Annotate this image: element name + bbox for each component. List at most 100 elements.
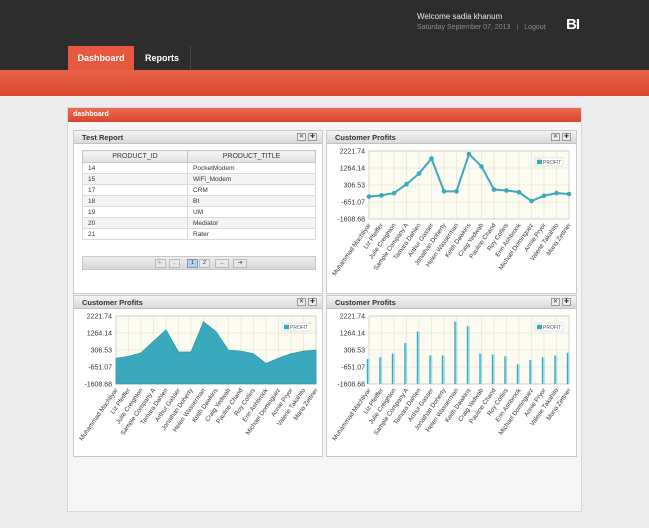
legend-label: PROFIT: [543, 325, 561, 331]
bar-profit-shade: [468, 326, 470, 384]
tab-reports[interactable]: Reports: [134, 46, 190, 70]
close-icon[interactable]: ✕: [551, 133, 560, 141]
expand-icon[interactable]: ✚: [562, 133, 571, 141]
column-header-product-title[interactable]: PRODUCT_TITLE: [187, 150, 316, 163]
first-page-button[interactable]: ⇤: [155, 259, 166, 268]
expand-icon[interactable]: ✚: [308, 298, 317, 306]
legend-label: PROFIT: [543, 160, 561, 166]
data-point: [554, 190, 559, 196]
bar-profit-shade: [405, 343, 408, 384]
cell-product-id: 19: [82, 206, 188, 218]
table-row[interactable]: 20 Mediator: [82, 217, 316, 229]
data-point: [391, 190, 397, 196]
close-icon[interactable]: ✕: [297, 133, 306, 141]
table-row[interactable]: 14 PocketModem: [82, 162, 316, 174]
y-tick-label: 1264.14: [340, 166, 365, 173]
customer-profits-area-panel: Customer Profits ✕ ✚ 2221.74 1264.14 306.5…: [73, 295, 323, 457]
cell-product-id: 14: [82, 162, 188, 174]
logo-text: BI: [566, 16, 580, 33]
table-row[interactable]: 19 UM: [82, 206, 316, 218]
cell-product-id: 17: [82, 184, 188, 196]
panel-header: Customer Profits ✕ ✚: [327, 296, 576, 309]
last-page-button[interactable]: ⇥: [233, 259, 247, 268]
column-header-product-id[interactable]: PRODUCT_ID: [82, 150, 188, 163]
chart-legend: PROFIT: [534, 157, 564, 167]
bar-profit: [416, 331, 419, 384]
cell-product-id: 15: [82, 173, 188, 185]
bar-profit: [429, 355, 431, 384]
bar-profit-shade: [418, 331, 420, 384]
bar-profit-shade: [543, 357, 545, 384]
data-point: [379, 193, 384, 198]
data-point: [479, 164, 484, 169]
legend-swatch: [284, 324, 289, 330]
data-point: [416, 171, 422, 176]
page-2-button[interactable]: 2: [199, 259, 210, 268]
y-tick-label: 1264.14: [87, 331, 112, 338]
close-icon[interactable]: ✕: [297, 298, 306, 306]
customer-profits-line-panel: Customer Profits ✕ ✚ 2221.74 1264.14 306.5…: [326, 130, 577, 294]
cell-product-title: CRM: [187, 184, 316, 196]
cell-product-title: WiFi_Modem: [187, 173, 316, 185]
legend-swatch: [537, 324, 542, 330]
bar-profit-shade: [505, 356, 508, 384]
cell-product-id: 18: [82, 195, 188, 207]
bar-profit-shade: [443, 355, 445, 384]
logout-link[interactable]: Logout: [524, 24, 545, 31]
bar-profit: [441, 355, 444, 384]
bar-profit-shade: [530, 359, 533, 384]
bar-profit: [479, 353, 481, 384]
bar-profit: [454, 321, 456, 384]
table-row[interactable]: 18 BI: [82, 195, 316, 207]
y-tick-label: 2221.74: [87, 314, 112, 321]
y-tick-label: 306.53: [91, 348, 113, 355]
bar-profit: [391, 353, 394, 384]
bar-profit-shade: [455, 321, 458, 384]
expand-icon[interactable]: ✚: [562, 298, 571, 306]
bi-logo: BI: [566, 16, 580, 33]
current-date: Saturday September 07, 2013: [417, 24, 511, 31]
line-chart: 2221.74 1264.14 306.53 -651.07 -1608.68 PROFI…: [331, 149, 572, 278]
panel-header: Customer Profits ✕ ✚: [74, 296, 322, 309]
bar-profit: [554, 355, 556, 384]
bar-chart: 2221.74 1264.14 306.53 -651.07 -1608.68 PROFI…: [331, 314, 572, 443]
bar-profit: [566, 352, 569, 384]
bar-profit-shade: [380, 357, 383, 384]
expand-icon[interactable]: ✚: [308, 133, 317, 141]
bar-profit: [379, 357, 381, 384]
cell-product-id: 20: [82, 217, 188, 229]
bar-profit: [404, 343, 406, 384]
customer-profits-bar-panel: Customer Profits ✕ ✚ 2221.74 1264.14 306.5…: [326, 295, 577, 457]
y-tick-label: 1264.14: [340, 331, 365, 338]
bar-profit-shade: [518, 364, 520, 384]
data-point: [454, 189, 459, 194]
data-point: [516, 189, 522, 195]
close-icon[interactable]: ✕: [551, 298, 560, 306]
table-row[interactable]: 15 WiFi_Modem: [82, 173, 316, 185]
panel-title: Customer Profits: [335, 298, 396, 307]
prev-page-button[interactable]: ←: [169, 259, 180, 268]
dashboard-title: dashboard: [68, 108, 581, 122]
cell-product-id: 21: [82, 228, 188, 240]
bar-profit: [491, 354, 494, 384]
cell-product-title: BI: [187, 195, 316, 207]
data-point: [429, 156, 434, 161]
table-row[interactable]: 21 Rater: [82, 228, 316, 240]
separator: |: [516, 24, 519, 31]
data-point: [529, 198, 534, 204]
y-tick-label: -651.07: [341, 200, 365, 207]
page-1-button[interactable]: 1: [187, 259, 198, 268]
bar-profit: [466, 326, 469, 384]
bar-profit: [504, 356, 506, 384]
data-point: [441, 189, 447, 194]
bar-profit-shade: [493, 354, 495, 384]
app-header: Welcome sadia khanum Saturday September …: [0, 0, 649, 70]
panel-title: Customer Profits: [335, 133, 396, 142]
table-row[interactable]: 17 CRM: [82, 184, 316, 196]
tab-dashboard[interactable]: Dashboard: [68, 46, 134, 70]
legend-label: PROFIT: [290, 325, 308, 331]
product-table: PRODUCT_ID PRODUCT_TITLE 14 PocketModem 15…: [82, 150, 316, 240]
next-page-button[interactable]: →: [215, 259, 229, 268]
bar-profit-shade: [480, 353, 483, 384]
panel-title: Customer Profits: [82, 298, 143, 307]
